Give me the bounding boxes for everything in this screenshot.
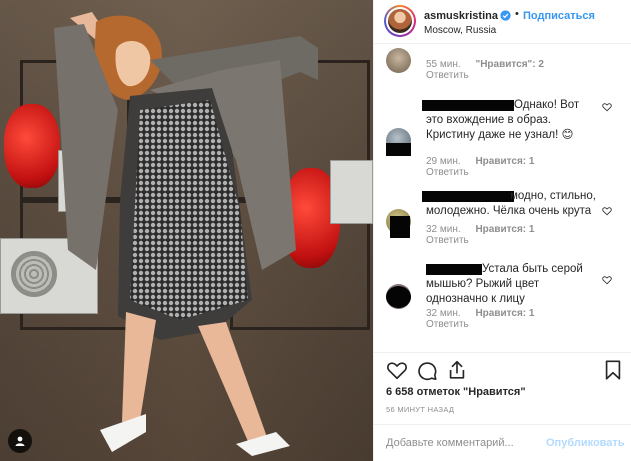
comment-meta: 32 мин. Нравится: 1 Ответить [426, 308, 546, 330]
reply-button[interactable]: Ответить [426, 319, 469, 330]
comment-icon[interactable] [416, 359, 438, 381]
author-username[interactable]: asmuskristina [424, 10, 498, 22]
post-side-panel: asmuskristina • Подписаться Moscow, Russ… [373, 0, 631, 461]
comment-time[interactable]: 55 мин. [426, 59, 461, 70]
publish-button[interactable]: Опубликовать [546, 437, 625, 449]
likes-count[interactable]: 6 658 отметок "Нравится" [386, 386, 526, 398]
comment-time[interactable]: 32 мин. [426, 308, 461, 319]
user-tag-icon[interactable] [8, 429, 32, 453]
comment-time[interactable]: 32 мин. [426, 224, 461, 235]
redacted-avatar [386, 143, 411, 156]
comment-meta: 29 мин. Нравится: 1 Ответить [426, 156, 546, 178]
comment-text: модно, стильно, молодежно. Чёлка очень к… [426, 190, 596, 217]
bookmark-icon[interactable] [602, 359, 624, 381]
comments-list[interactable]: 55 мин. "Нравится": 2 Ответить Однако! В… [374, 44, 631, 352]
comment-likes[interactable]: Нравится: 1 [475, 156, 534, 167]
add-comment-bar: Опубликовать [374, 424, 631, 461]
heart-icon[interactable] [602, 206, 612, 216]
post-photo[interactable] [0, 0, 373, 461]
post-header: asmuskristina • Подписаться Moscow, Russ… [374, 0, 631, 44]
comment-likes[interactable]: Нравится: 1 [475, 224, 534, 235]
comment-likes[interactable]: "Нравится": 2 [475, 59, 544, 70]
comment-likes[interactable]: Нравится: 1 [475, 308, 534, 319]
verified-icon [500, 10, 511, 21]
comment-text: Устала быть серой мышью? Рыжий цвет одно… [426, 263, 583, 305]
share-icon[interactable] [446, 359, 468, 381]
woman-figure [54, 12, 318, 456]
comment-meta: 32 мин. Нравится: 1 Ответить [426, 224, 546, 246]
heart-icon[interactable] [602, 275, 612, 285]
heart-icon[interactable] [602, 102, 612, 112]
reply-button[interactable]: Ответить [426, 70, 469, 81]
like-heart-icon[interactable] [386, 359, 408, 381]
comment-input[interactable] [386, 433, 546, 453]
comment-meta: 55 мин. "Нравится": 2 Ответить [426, 59, 556, 81]
comment-text: Однако! Вот это вхождение в образ. Крист… [426, 99, 580, 141]
post-location[interactable]: Moscow, Russia [424, 25, 496, 36]
post-time[interactable]: 56 МИНУТ НАЗАД [386, 405, 454, 414]
commenter-avatar[interactable] [386, 48, 411, 73]
author-avatar[interactable] [384, 5, 416, 37]
header-separator: • [515, 8, 519, 20]
reply-button[interactable]: Ответить [426, 235, 469, 246]
comment-time[interactable]: 29 мин. [426, 156, 461, 167]
reply-button[interactable]: Ответить [426, 167, 469, 178]
follow-button[interactable]: Подписаться [523, 10, 595, 22]
redacted-avatar [390, 216, 410, 238]
redacted-avatar [386, 286, 411, 308]
